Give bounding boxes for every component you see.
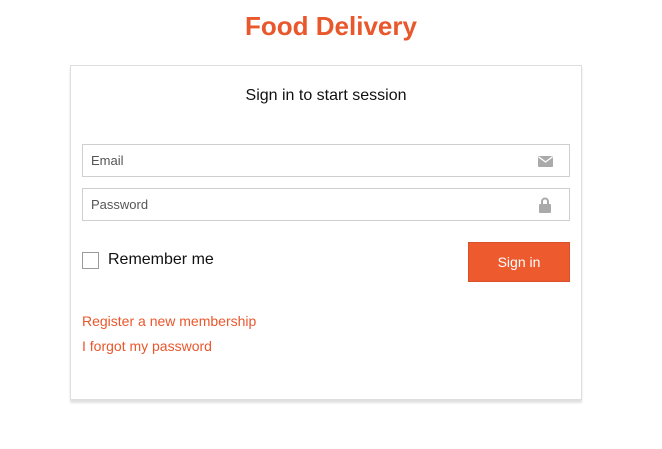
password-input[interactable] bbox=[83, 189, 523, 220]
remember-me[interactable]: Remember me bbox=[82, 250, 214, 270]
forgot-password-link[interactable]: I forgot my password bbox=[82, 337, 212, 355]
envelope-icon bbox=[537, 153, 553, 169]
sign-in-button[interactable]: Sign in bbox=[468, 242, 570, 282]
email-input[interactable] bbox=[83, 145, 523, 176]
register-link[interactable]: Register a new membership bbox=[82, 312, 256, 330]
password-field-wrapper bbox=[82, 188, 570, 221]
email-field-wrapper bbox=[82, 144, 570, 177]
remember-label: Remember me bbox=[108, 251, 214, 268]
login-heading: Sign in to start session bbox=[245, 87, 407, 104]
app-title: Food Delivery bbox=[245, 11, 417, 41]
remember-checkbox[interactable] bbox=[82, 251, 99, 269]
login-card: Sign in to start session Remember me Sig… bbox=[70, 65, 582, 400]
lock-icon bbox=[537, 197, 553, 213]
